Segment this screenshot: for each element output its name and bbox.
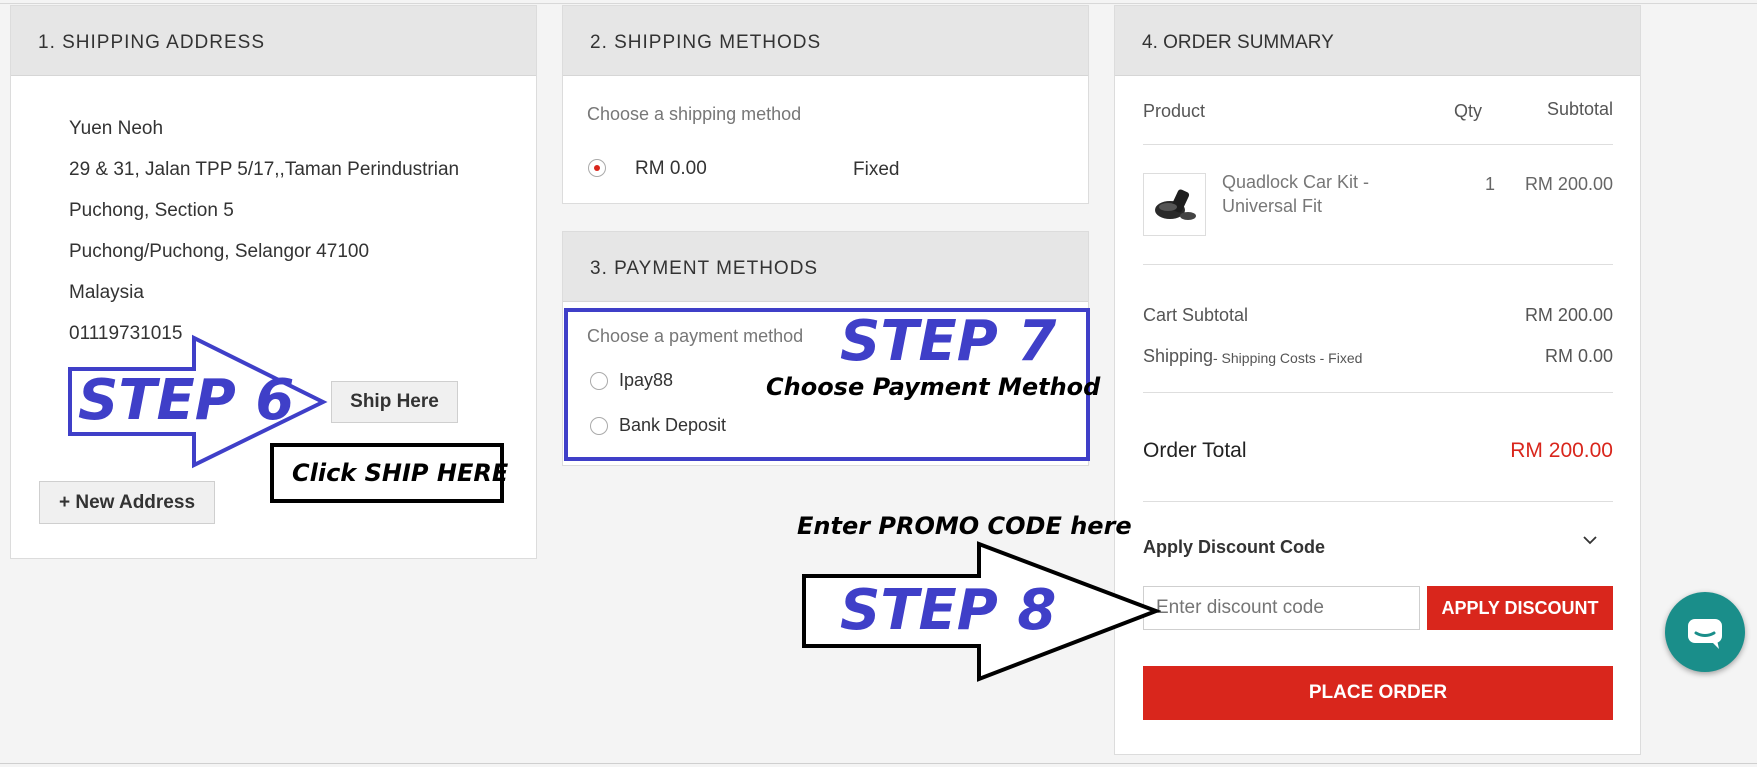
address-street: 29 & 31, Jalan TPP 5/17,,Taman Perindust… <box>69 159 460 180</box>
payment-methods-header: 3. PAYMENT METHODS <box>563 232 1088 302</box>
new-address-button[interactable]: + New Address <box>39 481 215 524</box>
address-area: Puchong, Section 5 <box>69 200 234 221</box>
step6-label: STEP 6 <box>78 368 295 433</box>
summary-divider <box>1143 501 1613 502</box>
place-order-button[interactable]: PLACE ORDER <box>1143 666 1613 720</box>
step8-note: Enter PROMO CODE here <box>797 512 1132 540</box>
chat-icon <box>1688 619 1722 649</box>
shipping-address-header: 1. SHIPPING ADDRESS <box>11 6 536 76</box>
column-subtotal: Subtotal <box>1546 99 1613 119</box>
shipping-detail: - Shipping Costs - Fixed <box>1213 350 1363 366</box>
step7-note: Choose Payment Method <box>766 373 1101 401</box>
shipping-value: RM 0.00 <box>1544 346 1613 366</box>
cart-subtotal-label: Cart Subtotal <box>1143 305 1249 325</box>
step6-note: Click SHIP HERE <box>292 459 509 487</box>
ship-here-label: Ship Here <box>350 391 439 412</box>
shipping-address-title: 1. SHIPPING ADDRESS <box>38 32 266 53</box>
address-country: Malaysia <box>69 282 144 303</box>
car-mount-product-icon <box>1155 189 1196 220</box>
ship-here-button[interactable]: Ship Here <box>331 381 458 423</box>
product-name-line1[interactable]: Quadlock Car Kit - <box>1222 172 1369 193</box>
apply-discount-button[interactable]: APPLY DISCOUNT <box>1427 586 1613 630</box>
summary-divider <box>1143 144 1613 145</box>
address-city-state: Puchong/Puchong, Selangor 47100 <box>69 241 370 262</box>
discount-code-toggle[interactable]: Apply Discount Code <box>1143 537 1325 558</box>
column-product: Product <box>1143 101 1206 121</box>
place-order-label: PLACE ORDER <box>1308 682 1448 703</box>
step6-note-box: Click SHIP HERE <box>270 443 508 503</box>
product-qty: 1 <box>1485 174 1496 194</box>
shipping-method-prompt: Choose a shipping method <box>587 104 802 124</box>
product-name-line2[interactable]: Universal Fit <box>1222 196 1322 217</box>
bottom-divider <box>0 763 1757 764</box>
column-qty: Qty <box>1454 101 1483 121</box>
top-divider <box>0 3 1757 4</box>
summary-divider <box>1143 264 1613 265</box>
address-name: Yuen Neoh <box>69 118 164 139</box>
shipping-methods-title: 2. SHIPPING METHODS <box>590 32 822 53</box>
shipping-method-carrier: Fixed <box>853 159 900 180</box>
shipping-methods-panel: 2. SHIPPING METHODS Choose a shipping me… <box>562 5 1089 204</box>
product-image <box>1143 173 1206 236</box>
new-address-label: + New Address <box>58 492 196 513</box>
summary-divider <box>1143 392 1613 393</box>
shipping-methods-header: 2. SHIPPING METHODS <box>563 6 1088 76</box>
apply-discount-label: APPLY DISCOUNT <box>1441 598 1599 618</box>
order-summary-title: 4. ORDER SUMMARY <box>1142 32 1334 53</box>
chevron-down-icon[interactable] <box>1582 534 1598 546</box>
payment-methods-title: 3. PAYMENT METHODS <box>590 258 819 279</box>
order-summary-panel: 4. ORDER SUMMARY Product Qty Subtotal Qu… <box>1114 5 1641 755</box>
order-summary-header: 4. ORDER SUMMARY <box>1115 6 1640 76</box>
shipping-method-radio[interactable] <box>588 159 606 177</box>
chat-button[interactable] <box>1665 592 1745 672</box>
product-subtotal: RM 200.00 <box>1524 174 1613 194</box>
order-total-label: Order Total <box>1143 439 1247 462</box>
shipping-method-price: RM 0.00 <box>635 158 707 179</box>
discount-code-input[interactable] <box>1143 586 1420 630</box>
step8-label: STEP 8 <box>840 578 1057 643</box>
order-total-value: RM 200.00 <box>1510 439 1613 462</box>
cart-subtotal-value: RM 200.00 <box>1524 305 1613 325</box>
step7-label: STEP 7 <box>840 309 1057 374</box>
shipping-label: Shipping <box>1143 346 1214 366</box>
